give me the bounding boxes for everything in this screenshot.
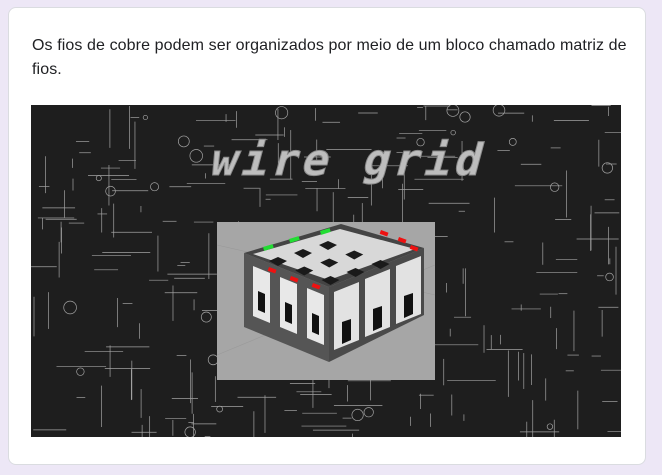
wire-grid-logo: wire grid bbox=[205, 133, 494, 186]
svg-text:wire grid: wire grid bbox=[205, 134, 493, 186]
question-text: Os fios de cobre podem ser organizados p… bbox=[32, 37, 627, 78]
block-render-panel bbox=[216, 222, 436, 380]
circuit-schematic-background: wire grid bbox=[31, 105, 621, 437]
question-card: Os fios de cobre podem ser organizados p… bbox=[8, 7, 646, 465]
wire-grid-image: wire grid bbox=[31, 105, 621, 437]
